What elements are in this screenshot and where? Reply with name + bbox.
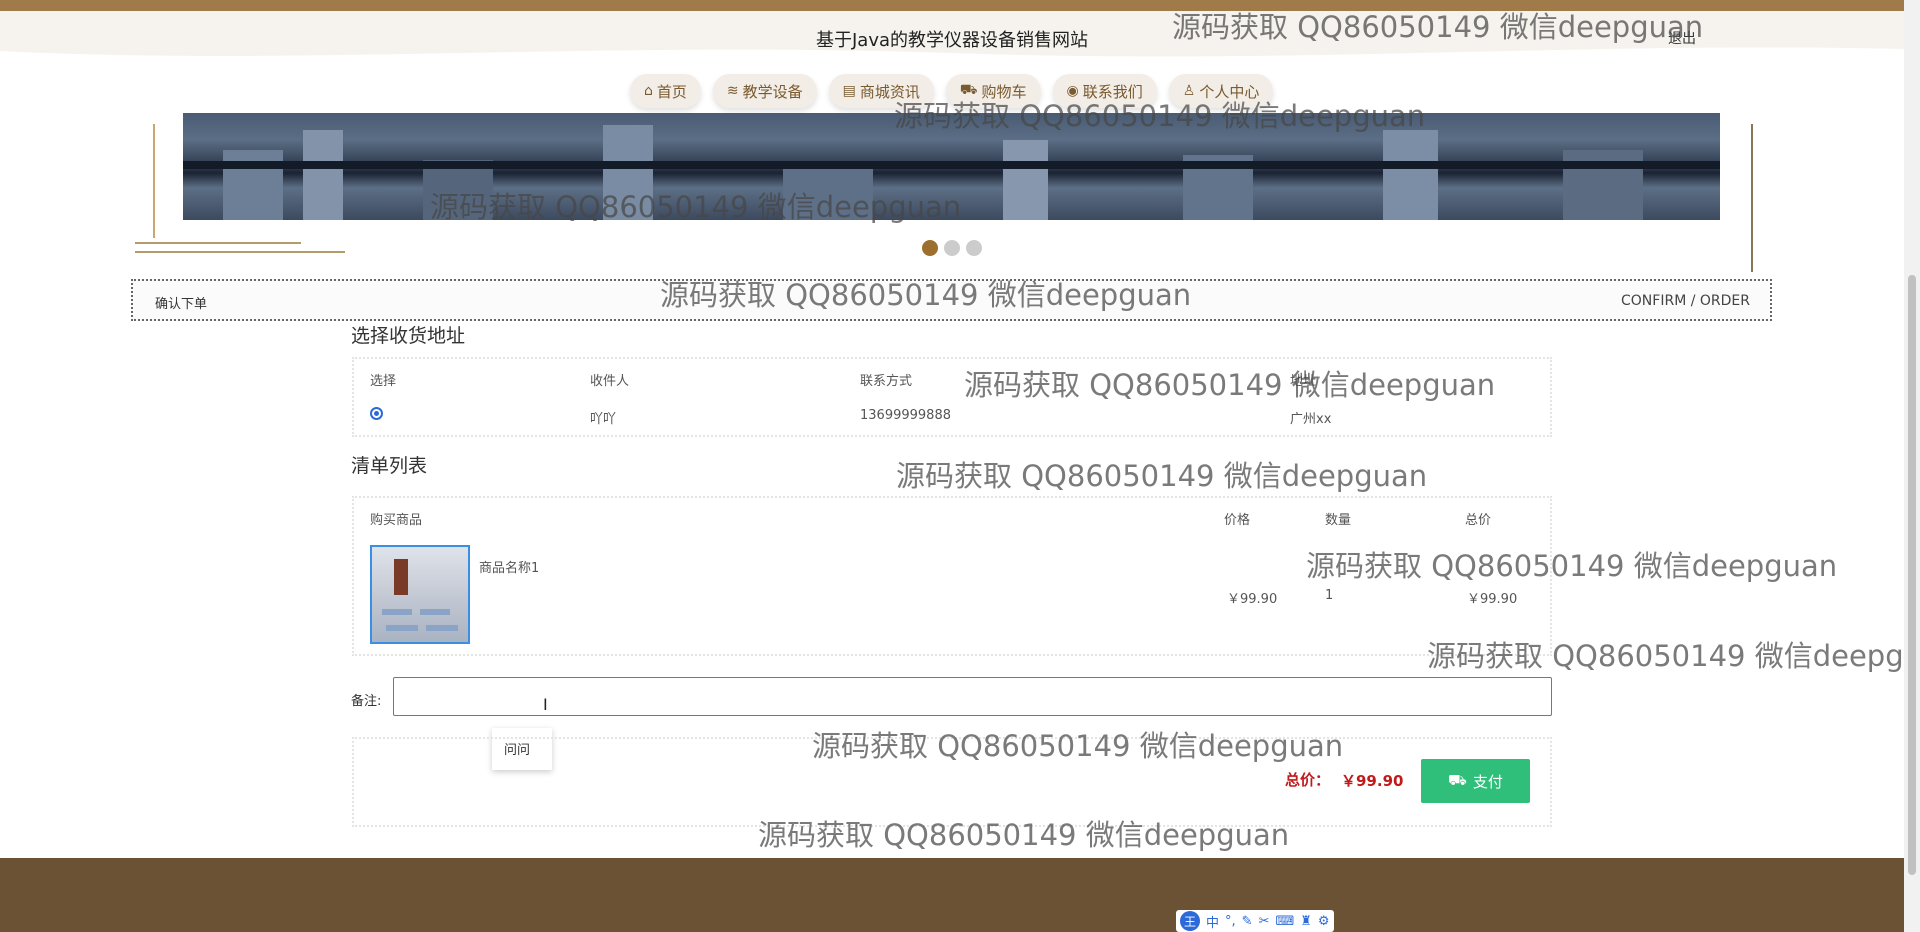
carousel-dot[interactable]: [944, 240, 960, 256]
nav-label: 首页: [656, 82, 687, 101]
nav-item-home[interactable]: ⌂ 首页: [630, 74, 701, 108]
col-header-qty: 数量: [1325, 513, 1352, 528]
carousel-dot[interactable]: [922, 240, 938, 256]
total-value: ￥99.90: [1341, 772, 1404, 790]
banner-underline: [135, 242, 301, 244]
layers-icon: ≋: [726, 83, 739, 99]
col-header-select: 选择: [370, 374, 397, 389]
address-title: 选择收货地址: [351, 325, 466, 347]
watermark: 源码获取 QQ86050149 微信deepguan: [964, 368, 1496, 402]
watermark: 源码获取 QQ86050149 微信deepguan: [758, 818, 1290, 852]
watermark: 源码获取 QQ86050149 微信deepguan: [812, 729, 1344, 763]
banner-frame-right: [1751, 124, 1753, 272]
carousel-dot[interactable]: [966, 240, 982, 256]
total-label: 总价：: [1285, 771, 1331, 789]
col-header-phone: 联系方式: [860, 374, 913, 389]
col-header-price: 价格: [1224, 513, 1251, 528]
watermark: 源码获取 QQ86050149 微信deepguan: [896, 459, 1428, 493]
address-radio[interactable]: [370, 407, 383, 420]
section-title: 确认下单: [155, 297, 208, 312]
ime-punct-icon[interactable]: °,: [1225, 914, 1236, 929]
ime-logo-icon[interactable]: 王: [1180, 911, 1200, 931]
col-header-product: 购买商品: [370, 513, 423, 528]
address-recipient: 吖吖: [590, 412, 617, 427]
watermark: 源码获取 QQ86050149 微信deepguan: [894, 99, 1426, 133]
ime-scissors-icon[interactable]: ✂: [1259, 914, 1270, 929]
watermark: 源码获取 QQ86050149 微信deepguan: [660, 278, 1192, 312]
nav-label: 教学设备: [742, 82, 803, 101]
home-icon: ⌂: [644, 83, 653, 99]
banner-frame-left: [153, 124, 155, 238]
watermark: 源码获取 QQ86050149 微信deepguan: [430, 190, 962, 224]
watermark: 源码获取 QQ86050149 微信deepguan: [1172, 10, 1704, 44]
remark-input[interactable]: [393, 677, 1552, 716]
footer: [0, 858, 1904, 932]
watermark: 源码获取 QQ86050149 微信deepguan: [1427, 639, 1903, 673]
items-title: 清单列表: [351, 455, 428, 477]
col-header-total: 总价: [1465, 513, 1492, 528]
product-thumbnail[interactable]: [370, 545, 470, 644]
watermark: 源码获取 QQ86050149 微信deepguan: [1306, 549, 1838, 583]
product-name[interactable]: 商品名称1: [479, 557, 539, 576]
cart-icon: ⛟: [1448, 771, 1467, 789]
address-phone: 13699999888: [860, 408, 951, 423]
pay-label: 支付: [1472, 772, 1503, 791]
banner-underline: [135, 251, 345, 253]
carousel-dots: [922, 240, 982, 256]
product-total: ￥99.90: [1467, 592, 1518, 607]
scrollbar-thumb[interactable]: [1908, 275, 1916, 875]
address-detail: 广州xx: [1290, 412, 1332, 427]
remark-label: 备注:: [351, 694, 382, 709]
pay-button[interactable]: ⛟ 支付: [1421, 759, 1530, 803]
ime-pen-icon[interactable]: ✎: [1242, 914, 1253, 929]
product-price: ￥99.90: [1227, 592, 1278, 607]
ime-settings-icon[interactable]: ⚙: [1318, 914, 1330, 929]
col-header-recipient: 收件人: [590, 374, 630, 389]
nav-item-equipment[interactable]: ≋ 教学设备: [712, 74, 817, 108]
ime-keyboard-icon[interactable]: ⌨: [1275, 914, 1294, 929]
ime-toolbar[interactable]: 王 中 °, ✎ ✂ ⌨ ♜ ⚙: [1176, 910, 1334, 932]
section-subtitle: CONFIRM / ORDER: [1621, 293, 1750, 309]
text-cursor-icon: I: [543, 695, 548, 714]
ime-skin-icon[interactable]: ♜: [1300, 914, 1312, 929]
ime-chinese-icon[interactable]: 中: [1206, 912, 1219, 931]
printer-icon: ▤: [842, 83, 856, 99]
product-qty: 1: [1325, 588, 1334, 603]
